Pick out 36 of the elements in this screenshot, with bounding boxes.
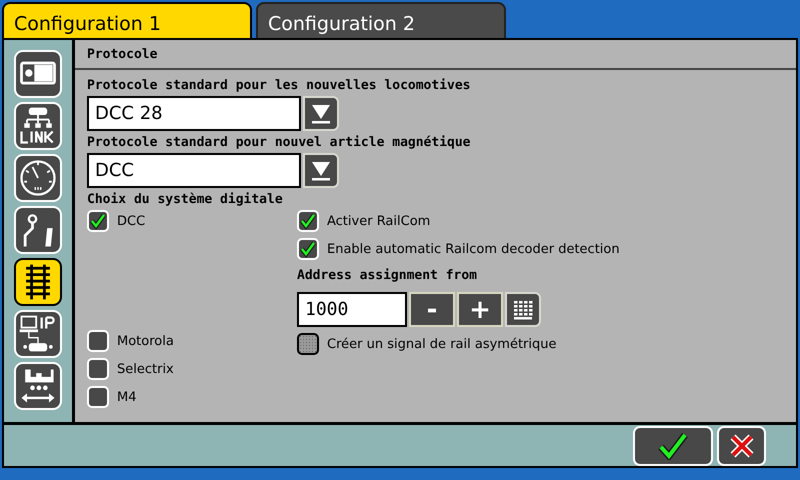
- loco-button[interactable]: [14, 362, 62, 410]
- cancel-button[interactable]: [717, 426, 766, 466]
- dropdown-button[interactable]: [303, 96, 339, 131]
- checkmark-icon: [658, 432, 688, 460]
- field-label: Protocole standard pour nouvel article magnétique: [87, 135, 472, 150]
- address-field[interactable]: 1000: [297, 292, 407, 327]
- close-icon: [728, 432, 754, 458]
- device-button[interactable]: [14, 50, 62, 98]
- dropdown-field[interactable]: DCC 28: [87, 96, 301, 131]
- gauge-button[interactable]: [14, 154, 62, 202]
- keypad-button[interactable]: [505, 292, 541, 327]
- field-label: Protocole standard pour les nouvelles locomotives: [87, 78, 472, 93]
- option-label: Enable automatic Railcom decoder detection: [327, 242, 620, 256]
- option-label: Activer RailCom: [327, 214, 430, 228]
- section-title: Protocole: [75, 40, 796, 70]
- option-label: DCC: [117, 214, 146, 228]
- turnout-button[interactable]: [14, 206, 62, 254]
- track-button[interactable]: [14, 258, 62, 306]
- confirm-button[interactable]: [633, 426, 713, 466]
- option-label: M4: [117, 390, 136, 404]
- dropdown-field[interactable]: DCC: [87, 153, 301, 188]
- step-button[interactable]: -: [409, 292, 455, 327]
- tab[interactable]: Configuration 2: [256, 2, 506, 38]
- dropdown-button[interactable]: [303, 153, 339, 188]
- step-button[interactable]: +: [457, 292, 503, 327]
- ip-button[interactable]: [14, 310, 62, 358]
- tab[interactable]: Configuration 1: [2, 2, 252, 38]
- keypad-icon: [512, 298, 534, 320]
- option-label: Créer un signal de rail asymétrique: [327, 336, 556, 352]
- option-label: Selectrix: [117, 362, 174, 376]
- field-label: Address assignment from: [297, 268, 478, 283]
- dropdown-arrow-icon: [310, 102, 332, 124]
- option-label: Motorola: [117, 334, 174, 348]
- group-label: Choix du système digitale: [87, 192, 284, 207]
- dropdown-arrow-icon: [310, 160, 332, 182]
- link-button[interactable]: [14, 102, 62, 150]
